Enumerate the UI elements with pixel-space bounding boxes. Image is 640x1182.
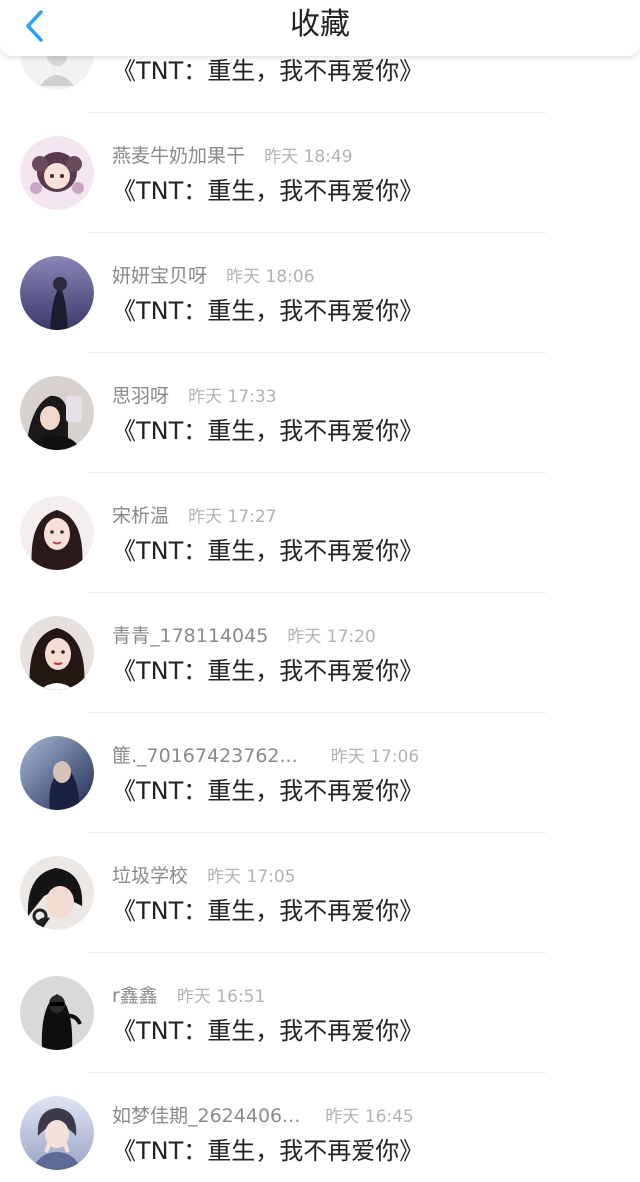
top-nav-bar: 收藏	[0, 0, 640, 56]
user-name[interactable]: r鑫鑫	[112, 985, 158, 1007]
avatar-image	[20, 496, 94, 570]
avatar[interactable]	[20, 1096, 94, 1170]
user-name[interactable]: 妍妍宝贝呀	[112, 265, 207, 287]
user-name[interactable]: 宋析温	[112, 505, 169, 527]
user-name[interactable]: 如梦佳期_2624406...	[112, 1105, 300, 1127]
user-name[interactable]: 篚._70167423762...	[112, 745, 298, 767]
book-title[interactable]: 《TNT：重生，我不再爱你》	[112, 291, 423, 326]
timestamp: 昨天 16:45	[325, 1107, 414, 1127]
item-meta: 宋析温 昨天 17:27	[112, 501, 277, 529]
user-name[interactable]: 燕麦牛奶加果干	[112, 145, 245, 167]
timestamp: 昨天 16:51	[176, 987, 266, 1007]
avatar-image	[20, 256, 94, 330]
avatar-image	[20, 616, 94, 690]
item-meta: 青青_178114045 昨天 17:20	[112, 621, 376, 649]
book-title[interactable]: 《TNT：重生，我不再爱你》	[112, 1131, 423, 1166]
avatar[interactable]	[20, 256, 94, 330]
avatar-image	[20, 856, 94, 930]
avatar[interactable]	[20, 376, 94, 450]
book-title[interactable]: 《TNT：重生，我不再爱你》	[112, 171, 423, 206]
timestamp: 昨天 17:33	[188, 387, 277, 407]
book-title[interactable]: 《TNT：重生，我不再爱你》	[112, 531, 423, 566]
avatar-image	[20, 1096, 94, 1170]
avatar-image	[20, 136, 94, 210]
avatar-image	[20, 736, 94, 810]
timestamp: 昨天 17:27	[188, 507, 277, 527]
item-meta: r鑫鑫 昨天 16:51	[112, 981, 265, 1009]
list-item[interactable]: r鑫鑫 昨天 16:51 《TNT：重生，我不再爱你》	[0, 953, 640, 1073]
avatar[interactable]	[20, 616, 94, 690]
item-meta: 妍妍宝贝呀 昨天 18:06	[112, 261, 315, 289]
item-meta: 燕麦牛奶加果干 昨天 18:49	[112, 141, 353, 169]
timestamp: 昨天 17:05	[207, 867, 296, 887]
avatar-image	[20, 976, 94, 1050]
favorites-page: 《TNT：重生，我不再爱你》 燕麦牛奶加果干 昨天 18:49 《TNT：重生，…	[0, 0, 640, 1182]
item-meta: 如梦佳期_2624406... 昨天 16:45	[112, 1101, 414, 1129]
avatar[interactable]	[20, 136, 94, 210]
timestamp: 昨天 18:06	[226, 267, 315, 287]
avatar-image	[20, 376, 94, 450]
timestamp: 昨天 17:06	[330, 747, 420, 767]
avatar[interactable]	[20, 736, 94, 810]
list-item[interactable]: 思羽呀 昨天 17:33 《TNT：重生，我不再爱你》	[0, 353, 640, 473]
list-item[interactable]: 宋析温 昨天 17:27 《TNT：重生，我不再爱你》	[0, 473, 640, 593]
timestamp: 昨天 17:20	[287, 627, 376, 647]
page-title: 收藏	[290, 7, 350, 42]
book-title[interactable]: 《TNT：重生，我不再爱你》	[112, 51, 423, 86]
user-name[interactable]: 思羽呀	[112, 385, 169, 407]
list-item[interactable]: 燕麦牛奶加果干 昨天 18:49 《TNT：重生，我不再爱你》	[0, 113, 640, 233]
timestamp: 昨天 18:49	[264, 147, 353, 167]
item-meta: 篚._70167423762... 昨天 17:06	[112, 741, 419, 769]
user-name[interactable]: 垃圾学校	[112, 865, 188, 887]
list-item[interactable]: 妍妍宝贝呀 昨天 18:06 《TNT：重生，我不再爱你》	[0, 233, 640, 353]
avatar[interactable]	[20, 856, 94, 930]
user-name[interactable]: 青青_178114045	[112, 625, 268, 647]
item-meta: 垃圾学校 昨天 17:05	[112, 861, 296, 889]
list-item[interactable]: 垃圾学校 昨天 17:05 《TNT：重生，我不再爱你》	[0, 833, 640, 953]
list-item[interactable]: 青青_178114045 昨天 17:20 《TNT：重生，我不再爱你》	[0, 593, 640, 713]
list-item[interactable]: 篚._70167423762... 昨天 17:06 《TNT：重生，我不再爱你…	[0, 713, 640, 833]
avatar[interactable]	[20, 976, 94, 1050]
book-title[interactable]: 《TNT：重生，我不再爱你》	[112, 771, 423, 806]
book-title[interactable]: 《TNT：重生，我不再爱你》	[112, 411, 423, 446]
book-title[interactable]: 《TNT：重生，我不再爱你》	[112, 891, 423, 926]
list-item[interactable]: 如梦佳期_2624406... 昨天 16:45 《TNT：重生，我不再爱你》	[0, 1073, 640, 1182]
item-meta: 思羽呀 昨天 17:33	[112, 381, 277, 409]
avatar[interactable]	[20, 496, 94, 570]
book-title[interactable]: 《TNT：重生，我不再爱你》	[112, 1011, 423, 1046]
book-title[interactable]: 《TNT：重生，我不再爱你》	[112, 651, 423, 686]
